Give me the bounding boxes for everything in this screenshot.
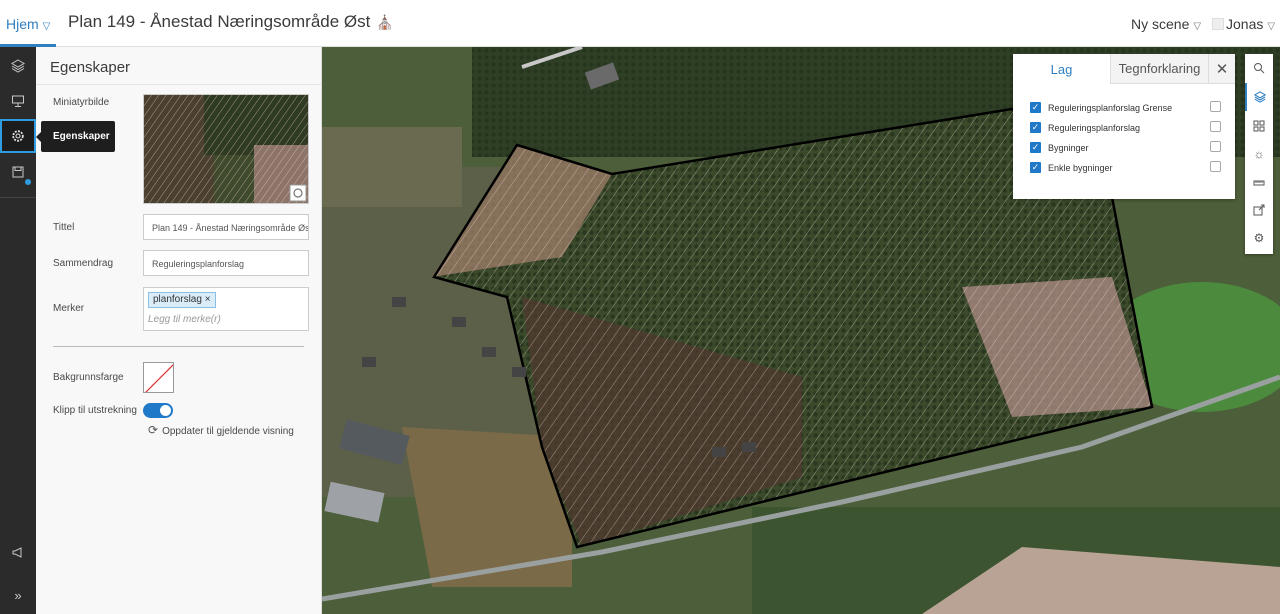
search-icon [1254, 63, 1265, 74]
layer-checkbox[interactable]: ✓ [1030, 122, 1041, 133]
tab-layers[interactable]: Lag [1013, 54, 1110, 84]
layers-button[interactable] [0, 49, 36, 83]
tag-chip: planforslag × [148, 292, 216, 308]
layers-icon [1254, 91, 1266, 103]
layer-name: Enkle bygninger [1048, 163, 1113, 173]
layer-row: ✓ Reguleringsplanforslag [1030, 121, 1225, 136]
gear-icon [12, 130, 24, 142]
layer-row: ✓ Bygninger [1030, 141, 1225, 156]
layers-panel: Lag Tegnforklaring ✕ ✓ Reguleringsplanfo… [1013, 54, 1235, 199]
layer-checkbox[interactable]: ✓ [1030, 142, 1041, 153]
measure-icon [1253, 180, 1265, 186]
bg-color-swatch[interactable] [143, 362, 174, 393]
left-toolbar: » [0, 47, 36, 614]
no-color-icon [145, 364, 173, 392]
layer-checkbox[interactable]: ✓ [1030, 102, 1041, 113]
layer-options-icon[interactable] [1210, 121, 1221, 132]
update-view-label: Oppdater til gjeldende visning [162, 426, 294, 437]
refresh-icon: ⟳ [148, 423, 159, 437]
home-menu[interactable]: Hjem ▽ [6, 16, 50, 32]
settings-button[interactable]: ⚙ [1245, 224, 1273, 252]
user-menu[interactable]: Jonas ▽ [1212, 16, 1275, 32]
share-button[interactable] [1245, 196, 1273, 224]
daylight-icon: ☼ [1253, 147, 1265, 161]
tag-text: planforslag [153, 294, 202, 305]
slides-icon [12, 95, 24, 107]
new-scene-label: Ny scene [1131, 16, 1190, 32]
tag-placeholder: Legg til merke(r) [148, 314, 221, 325]
title-label: Tittel [53, 222, 75, 233]
layer-options-icon[interactable] [1210, 161, 1221, 172]
close-icon: ✕ [1215, 61, 1229, 78]
clip-label: Klipp til utstrekning [53, 405, 137, 416]
layer-name: Bygninger [1048, 143, 1089, 153]
chevron-down-icon: ▽ [1267, 21, 1276, 32]
right-toolbar: ☼ ⚙ [1245, 54, 1273, 254]
save-icon [12, 166, 24, 178]
tags-input[interactable]: planforslag × Legg til merke(r) [143, 287, 309, 331]
share-icon [1253, 204, 1265, 216]
layer-row: ✓ Reguleringsplanforslag Grense [1030, 101, 1225, 116]
toggle-knob [160, 405, 171, 416]
close-icon[interactable]: × [205, 294, 211, 305]
close-button[interactable]: ✕ [1208, 54, 1235, 84]
save-button[interactable] [0, 155, 36, 189]
properties-button[interactable] [0, 119, 36, 153]
slides-button[interactable] [0, 84, 36, 118]
title-field[interactable]: Plan 149 - Ånestad Næringsområde Øst [143, 214, 309, 240]
thumbnail-label: Miniatyrbilde [53, 97, 110, 108]
expand-button[interactable]: » [0, 578, 36, 612]
summary-label: Sammendrag [53, 258, 114, 269]
update-view-link[interactable]: ⟳ Oppdater til gjeldende visning [148, 423, 294, 437]
clip-toggle[interactable] [143, 403, 173, 418]
layer-options-icon[interactable] [1210, 101, 1221, 112]
settings-icon: ⚙ [1253, 231, 1265, 245]
tab-legend[interactable]: Tegnforklaring [1110, 54, 1208, 84]
layer-name: Reguleringsplanforslag [1048, 123, 1141, 133]
thumbnail-picture [144, 95, 308, 203]
tags-label: Merker [53, 303, 85, 314]
toolbar-divider [0, 197, 36, 198]
measure-button[interactable] [1245, 168, 1273, 196]
layers-icon [11, 59, 25, 73]
layers-button[interactable] [1245, 83, 1273, 111]
bg-color-label: Bakgrunnsfarge [53, 372, 124, 383]
section-divider [53, 346, 304, 347]
basemap-button[interactable] [1245, 112, 1273, 140]
daylight-button[interactable]: ☼ [1245, 140, 1273, 168]
feedback-button[interactable] [0, 535, 36, 569]
panel-title: Egenskaper [36, 47, 321, 85]
chevron-down-icon: ▽ [1193, 21, 1202, 32]
user-name: Jonas [1226, 16, 1264, 32]
megaphone-icon [12, 547, 22, 558]
avatar [1212, 18, 1224, 30]
building-icon: ⛪ [376, 14, 394, 30]
layer-name: Reguleringsplanforslag Grense [1048, 103, 1173, 113]
thumbnail-image[interactable] [143, 94, 309, 204]
summary-field[interactable]: Reguleringsplanforslag [143, 250, 309, 276]
layer-checkbox[interactable]: ✓ [1030, 162, 1041, 173]
search-button[interactable] [1245, 54, 1273, 82]
basemap-icon [1253, 120, 1265, 132]
new-scene-menu[interactable]: Ny scene ▽ [1131, 16, 1201, 32]
top-bar: Hjem ▽ Plan 149 - Ånestad Næringsområde Ø… [0, 0, 1280, 47]
layer-options-icon[interactable] [1210, 141, 1221, 152]
layer-row: ✓ Enkle bygninger [1030, 161, 1225, 176]
chevron-down-icon: ▽ [42, 21, 51, 32]
unsaved-indicator [25, 179, 31, 185]
tooltip: Egenskaper [36, 121, 115, 152]
home-label: Hjem [6, 16, 39, 32]
expand-icon: » [14, 587, 22, 603]
scene-title-text: Plan 149 - Ånestad Næringsområde Øst [68, 12, 371, 31]
scene-title: Plan 149 - Ånestad Næringsområde Øst ⛪ [68, 12, 394, 32]
